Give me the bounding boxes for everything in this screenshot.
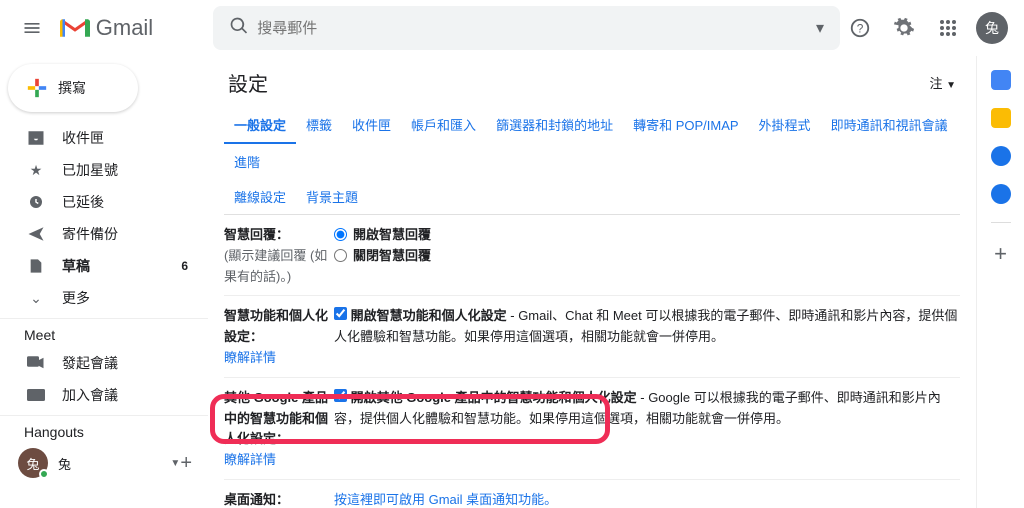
other-products-learn-more-link[interactable]: 瞭解詳情 bbox=[224, 452, 276, 467]
setting-smart-reply: 智慧回覆： (顯示建議回覆 (如果有的話)。) 開啟智慧回覆 關閉智慧回覆 bbox=[224, 215, 960, 296]
account-avatar[interactable]: 兔 bbox=[976, 12, 1008, 44]
star-icon: ★ bbox=[24, 162, 48, 179]
main-menu-button[interactable] bbox=[8, 4, 56, 52]
hangouts-dropdown-icon[interactable]: ▼ bbox=[170, 458, 180, 469]
keyboard-icon bbox=[24, 389, 48, 401]
video-icon bbox=[24, 356, 48, 370]
tab-advanced[interactable]: 進階 bbox=[224, 144, 270, 179]
tab-addons[interactable]: 外掛程式 bbox=[749, 107, 821, 144]
sidebar-item-more[interactable]: ⌄ 更多 bbox=[0, 282, 208, 314]
inbox-icon bbox=[24, 129, 48, 147]
hangouts-user-row[interactable]: 兔 兔 ▼ + bbox=[0, 444, 208, 482]
send-icon bbox=[24, 225, 48, 243]
other-products-checkbox[interactable] bbox=[334, 389, 347, 402]
tab-chat[interactable]: 即時通訊和視訊會議 bbox=[821, 107, 958, 144]
apps-button[interactable] bbox=[928, 8, 968, 48]
support-button[interactable]: ? bbox=[840, 8, 880, 48]
gmail-logo-text: Gmail bbox=[96, 15, 153, 41]
settings-tabs: 一般設定 標籤 收件匣 帳戶和匯入 篩選器和封鎖的地址 轉寄和 POP/IMAP… bbox=[224, 107, 960, 215]
clock-icon bbox=[24, 193, 48, 211]
svg-text:?: ? bbox=[857, 22, 864, 36]
gmail-logo-icon bbox=[60, 16, 90, 40]
compose-button[interactable]: 撰寫 bbox=[8, 64, 138, 112]
apps-grid-icon bbox=[939, 19, 957, 37]
enable-desktop-notify-link[interactable]: 按這裡即可啟用 Gmail 桌面通知功能。 bbox=[334, 492, 557, 507]
settings-button[interactable] bbox=[884, 8, 924, 48]
tab-filters[interactable]: 篩選器和封鎖的地址 bbox=[486, 107, 623, 144]
smart-features-checkbox[interactable] bbox=[334, 307, 347, 320]
smart-features-learn-more-link[interactable]: 瞭解詳情 bbox=[224, 350, 276, 365]
hamburger-icon bbox=[22, 18, 42, 38]
tab-inbox[interactable]: 收件匣 bbox=[342, 107, 401, 144]
tasks-addon-button[interactable] bbox=[991, 146, 1011, 166]
file-icon bbox=[24, 257, 48, 275]
compose-label: 撰寫 bbox=[58, 78, 86, 98]
presence-indicator-icon bbox=[39, 469, 49, 479]
tab-themes[interactable]: 背景主題 bbox=[296, 179, 368, 214]
sidebar-item-drafts[interactable]: 草稿 6 bbox=[0, 250, 208, 282]
tab-offline[interactable]: 離線設定 bbox=[224, 179, 296, 214]
annotate-link[interactable]: 注 ▼ bbox=[929, 73, 956, 92]
hangouts-add-button[interactable]: + bbox=[180, 452, 192, 475]
sidebar-item-inbox[interactable]: 收件匣 bbox=[0, 122, 208, 154]
keep-addon-button[interactable] bbox=[991, 108, 1011, 128]
setting-smart-features: 智慧功能和個人化設定： 瞭解詳情 開啟智慧功能和個人化設定 - Gmail、Ch… bbox=[224, 296, 960, 377]
smart-reply-off-radio[interactable] bbox=[334, 249, 347, 262]
setting-desktop-notifications: 桌面通知： (允許 Gmail 在收到新郵件時，在桌面顯示彈出式通知) 瞭解詳情… bbox=[224, 480, 960, 508]
sidebar-item-starred[interactable]: ★ 已加星號 bbox=[0, 154, 208, 186]
app-header: Gmail ▾ ? 兔 bbox=[0, 0, 1024, 56]
smart-reply-on-radio[interactable] bbox=[334, 228, 347, 241]
tab-general[interactable]: 一般設定 bbox=[224, 107, 296, 144]
tab-accounts[interactable]: 帳戶和匯入 bbox=[401, 107, 486, 144]
tab-labels[interactable]: 標籤 bbox=[296, 107, 342, 144]
meet-join-meeting[interactable]: 加入會議 bbox=[0, 379, 208, 411]
header-actions: ? 兔 bbox=[840, 8, 1016, 48]
tab-forwarding[interactable]: 轉寄和 POP/IMAP bbox=[623, 107, 748, 144]
search-icon bbox=[221, 16, 257, 41]
contacts-addon-button[interactable] bbox=[991, 184, 1011, 204]
calendar-addon-button[interactable] bbox=[991, 70, 1011, 90]
plus-multicolor-icon bbox=[26, 77, 48, 99]
chevron-down-icon: ⌄ bbox=[24, 290, 48, 307]
hangouts-avatar: 兔 bbox=[18, 448, 48, 478]
sidebar: 撰寫 收件匣 ★ 已加星號 已延後 寄件備份 草稿 6 ⌄ 更多 Meet bbox=[0, 56, 208, 508]
get-addons-button[interactable]: + bbox=[994, 241, 1007, 267]
meet-start-meeting[interactable]: 發起會議 bbox=[0, 347, 208, 379]
hangouts-section-header: Hangouts bbox=[0, 415, 208, 444]
setting-other-products: 其他 Google 產品中的智慧功能和個人化設定： 瞭解詳情 開啟其他 Goog… bbox=[224, 378, 960, 480]
help-icon: ? bbox=[849, 17, 871, 39]
rail-separator bbox=[991, 222, 1011, 223]
gear-icon bbox=[893, 17, 915, 39]
side-panel: + bbox=[976, 56, 1024, 508]
meet-section-header: Meet bbox=[0, 318, 208, 347]
search-options-button[interactable]: ▾ bbox=[808, 18, 832, 38]
sidebar-item-sent[interactable]: 寄件備份 bbox=[0, 218, 208, 250]
settings-title: 設定 bbox=[228, 68, 268, 97]
settings-main: 設定 注 ▼ 一般設定 標籤 收件匣 帳戶和匯入 篩選器和封鎖的地址 轉寄和 P… bbox=[208, 56, 976, 508]
search-bar[interactable]: ▾ bbox=[213, 6, 840, 50]
sidebar-item-snoozed[interactable]: 已延後 bbox=[0, 186, 208, 218]
gmail-logo[interactable]: Gmail bbox=[60, 15, 153, 41]
search-input[interactable] bbox=[257, 20, 808, 37]
